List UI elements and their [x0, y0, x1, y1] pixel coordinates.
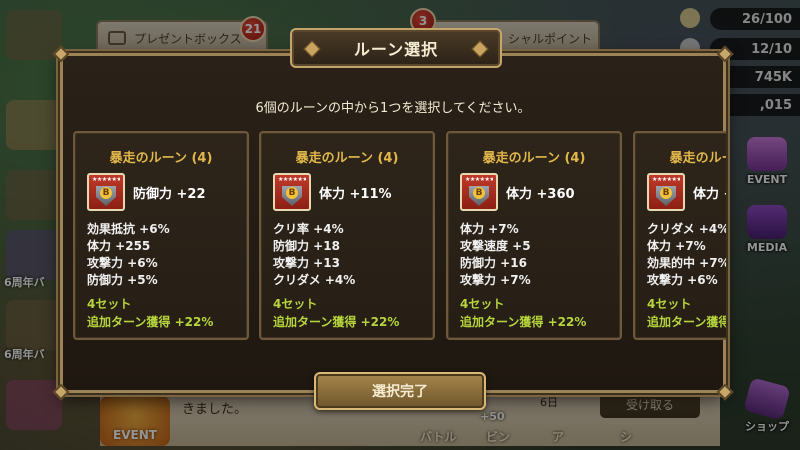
rune-stars: ★★★★★★: [465, 177, 493, 183]
substat: 防御力 +5%: [87, 273, 158, 287]
rune-set-title: 暴走のルーン (4): [482, 151, 586, 166]
set-label: 4セット: [87, 297, 132, 311]
rune-stars: ★★★★★★: [92, 177, 120, 183]
main-stat: 防御力 +22: [133, 187, 206, 202]
dialog-title-plate: ルーン選択: [290, 28, 502, 68]
main-stat: 体力 +11%: [319, 187, 392, 202]
rune-grade-letter: B: [100, 187, 112, 199]
set-label: 4セット: [460, 297, 505, 311]
substat: 攻撃力 +6%: [87, 256, 158, 270]
substat: 効果的中 +7%: [647, 256, 726, 270]
rune-grade-letter: B: [660, 187, 672, 199]
rune-set-title: 暴走のルーン (4): [109, 151, 213, 166]
rune-card[interactable]: 暴走のルーン (4) ★★★★★★ B 体力 +11% クリ率 +4% 防御力 …: [259, 131, 435, 340]
rune-card[interactable]: 暴走のルーン (4) ★★★★★★ B 防御力 +22 効果抵抗 +6% 体力 …: [73, 131, 249, 340]
rune-card[interactable]: 暴走のルーン (4) ★★★★★★ B 体力 +4 クリダメ +4% 体力 +7…: [633, 131, 726, 340]
set-bonus: 追加ターン獲得 +22%: [460, 315, 587, 329]
rune-icon: ★★★★★★ B: [87, 173, 125, 211]
instruction-text: 6個のルーンの中から1つを選択してください。: [255, 101, 531, 116]
rune-grade-letter: B: [286, 187, 298, 199]
substat-list: クリダメ +4% 体力 +7% 効果的中 +7% 攻撃力 +6%: [647, 221, 726, 289]
substat: 攻撃力 +13: [273, 256, 340, 270]
set-label: 4セット: [647, 297, 692, 311]
substat-list: 体力 +7% 攻撃速度 +5 防御力 +16 攻撃力 +7%: [460, 221, 531, 289]
substat: 体力 +7%: [647, 239, 706, 253]
substat: クリダメ +4%: [273, 273, 356, 287]
substat: 攻撃力 +6%: [647, 273, 718, 287]
substat: 攻撃力 +7%: [460, 273, 531, 287]
diamond-ornament-icon: [303, 40, 321, 58]
substat: クリ率 +4%: [273, 222, 344, 236]
set-bonus: 追加ターン獲得 +2: [647, 315, 726, 329]
substat: 効果抵抗 +6%: [87, 222, 170, 236]
rune-grade-letter: B: [473, 187, 485, 199]
substat: クリダメ +4%: [647, 222, 726, 236]
substat: 攻撃速度 +5: [460, 239, 531, 253]
rune-set-title: 暴走のルーン (4): [669, 151, 726, 166]
rune-set-title: 暴走のルーン (4): [295, 151, 399, 166]
rune-icon: ★★★★★★ B: [647, 173, 685, 211]
substat: 体力 +7%: [460, 222, 519, 236]
confirm-selection-button[interactable]: 選択完了: [314, 372, 486, 410]
main-stat: 体力 +360: [506, 187, 575, 202]
dialog-title: ルーン選択: [353, 40, 439, 59]
substat: 防御力 +16: [460, 256, 527, 270]
diamond-ornament-icon: [471, 40, 489, 58]
substat-list: クリ率 +4% 防御力 +18 攻撃力 +13 クリダメ +4%: [273, 221, 355, 289]
set-label: 4セット: [273, 297, 318, 311]
substat-list: 効果抵抗 +6% 体力 +255 攻撃力 +6% 防御力 +5%: [87, 221, 170, 289]
rune-stars: ★★★★★★: [278, 177, 306, 183]
rune-card[interactable]: 暴走のルーン (4) ★★★★★★ B 体力 +360 体力 +7% 攻撃速度 …: [446, 131, 622, 340]
set-bonus: 追加ターン獲得 +22%: [87, 315, 214, 329]
substat: 防御力 +18: [273, 239, 340, 253]
rune-card-list: 暴走のルーン (4) ★★★★★★ B 防御力 +22 効果抵抗 +6% 体力 …: [73, 131, 726, 343]
rune-icon: ★★★★★★ B: [273, 173, 311, 211]
rune-stars: ★★★★★★: [652, 177, 680, 183]
rune-icon: ★★★★★★ B: [460, 173, 498, 211]
substat: 体力 +255: [87, 239, 151, 253]
set-bonus: 追加ターン獲得 +22%: [273, 315, 400, 329]
main-stat: 体力 +4: [693, 187, 726, 202]
